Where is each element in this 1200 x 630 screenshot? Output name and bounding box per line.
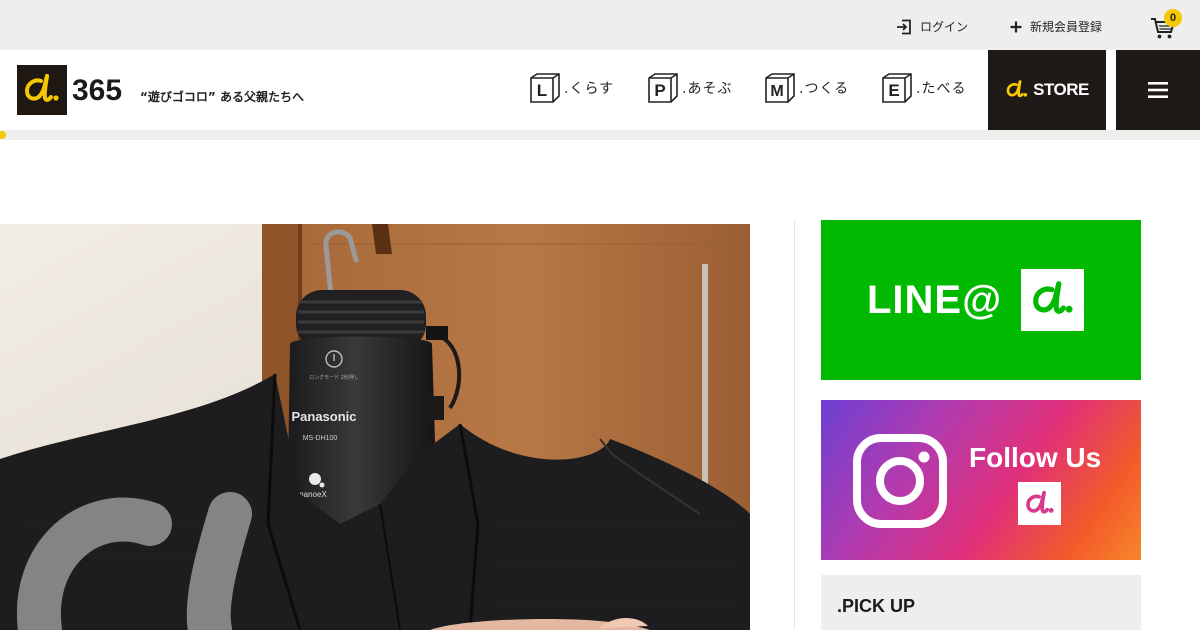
nav-label-kurasu: .くらす <box>564 81 615 97</box>
instagram-banner[interactable]: Follow Us <box>821 400 1141 560</box>
svg-text:M: M <box>770 83 783 100</box>
line-banner[interactable]: LINE@ <box>821 220 1141 380</box>
photo-brand-text: Panasonic <box>291 409 356 424</box>
store-label: STORE <box>1033 80 1089 99</box>
column-divider <box>794 220 795 630</box>
d-logo-mark <box>24 74 59 102</box>
nav-item-asobu[interactable]: P .あそぶ <box>646 72 732 104</box>
login-icon <box>897 19 911 34</box>
cube-m-icon: M <box>765 73 795 103</box>
pickup-section: .PICK UP <box>821 575 1141 630</box>
svg-text:L: L <box>537 81 547 100</box>
login-label: ログイン <box>920 20 969 34</box>
follow-us-text: Follow Us <box>969 442 1102 473</box>
line-d-logo <box>1021 269 1084 331</box>
store-button[interactable]: STORE <box>988 50 1106 130</box>
site-tagline: “遊びゴコロ” ある父親たちへ <box>140 90 304 104</box>
register-label: 新規会員登録 <box>1030 20 1103 34</box>
d-logo-pink-icon <box>1025 490 1054 514</box>
main-header: 365 “遊びゴコロ” ある父親たちへ L .くらす P .あそぶ M .つくる… <box>0 50 1200 130</box>
nav-label-asobu: .あそぶ <box>682 81 733 97</box>
svg-text:MS-DH100: MS-DH100 <box>303 435 338 442</box>
hero-photo: ロングモード 2秒押し Panasonic MS-DH100 nanoeX <box>0 224 750 630</box>
line-banner-text: LINE@ <box>867 278 1003 322</box>
svg-text:ロングモード 2秒押し: ロングモード 2秒押し <box>309 374 359 381</box>
utility-bar: ログイン 新規会員登録 0 <box>0 0 1200 50</box>
nav-item-kurasu[interactable]: L .くらす <box>528 72 614 104</box>
login-link[interactable]: ログイン <box>896 18 968 35</box>
svg-text:E: E <box>888 81 899 100</box>
hero-article-image[interactable]: ロングモード 2秒押し Panasonic MS-DH100 nanoeX <box>0 224 750 630</box>
svg-text:P: P <box>654 81 665 100</box>
d-store-icon <box>1006 80 1028 98</box>
nav-item-tsukuru[interactable]: M .つくる <box>763 72 849 104</box>
nav-label-tsukuru: .つくる <box>799 81 850 97</box>
cart-count-badge: 0 <box>1164 9 1182 27</box>
nav-item-taberu[interactable]: E .たべる <box>880 72 966 104</box>
cube-p-icon: P <box>648 73 678 103</box>
instagram-d-logo <box>1018 482 1061 525</box>
cube-l-icon: L <box>530 73 560 103</box>
pickup-title: .PICK UP <box>837 596 916 616</box>
nav-label-taberu: .たべる <box>916 81 967 97</box>
instagram-icon <box>853 434 947 528</box>
hamburger-icon <box>1148 82 1168 98</box>
cube-e-icon: E <box>882 73 912 103</box>
reading-progress-track <box>0 130 1200 140</box>
menu-button[interactable] <box>1116 50 1200 130</box>
logo-number[interactable]: 365 <box>72 74 122 108</box>
d-logo-green-icon <box>1032 281 1073 314</box>
register-link[interactable]: 新規会員登録 <box>1010 18 1102 35</box>
site-logo[interactable] <box>17 65 67 115</box>
plus-icon <box>1010 21 1022 32</box>
